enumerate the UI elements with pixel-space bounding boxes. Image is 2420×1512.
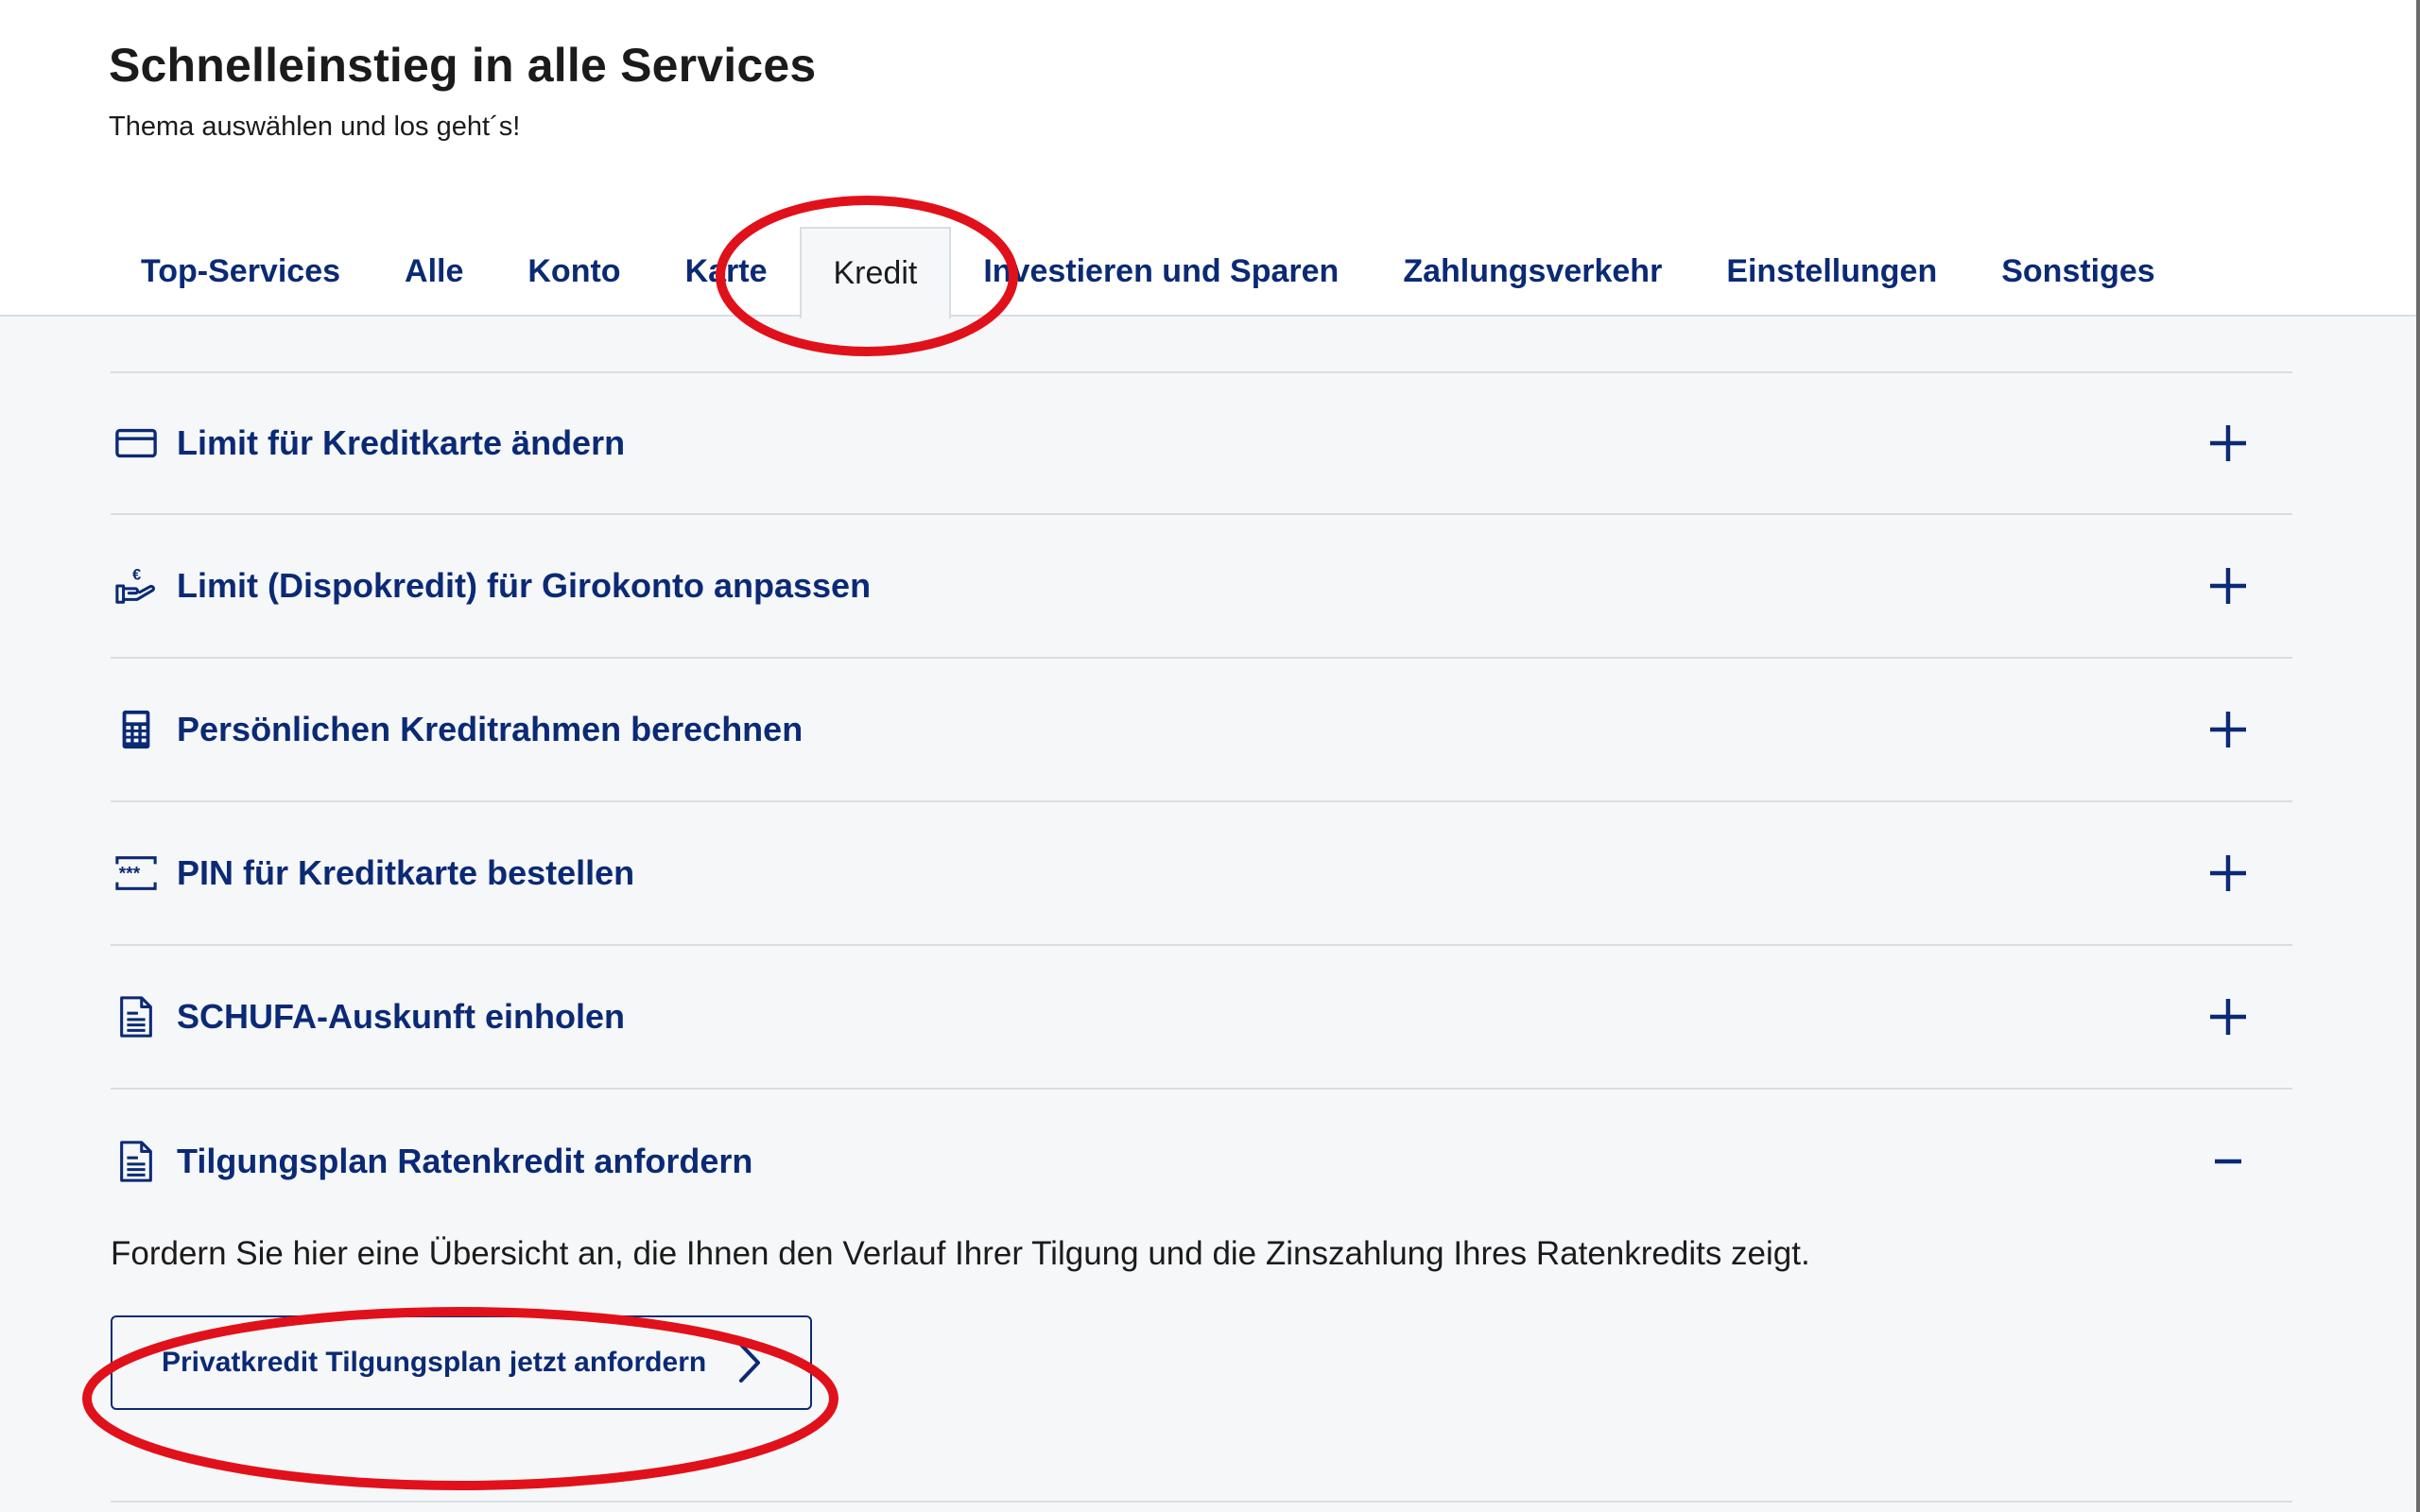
tab-investieren-und-sparen[interactable]: Investieren und Sparen xyxy=(951,227,1371,317)
service-item-label: Limit für Kreditkarte ändern xyxy=(177,423,626,462)
minus-icon[interactable] xyxy=(2202,1135,2255,1188)
header-area: Schnelleinstieg in alle Services Thema a… xyxy=(0,0,2420,318)
page-title: Schnelleinstieg in alle Services xyxy=(109,39,817,92)
tab-einstellungen[interactable]: Einstellungen xyxy=(1694,227,1969,317)
service-list: Limit für Kreditkarte ändern € Limit (Di… xyxy=(111,371,2292,1467)
service-item-pin[interactable]: *** PIN für Kreditkarte bestellen xyxy=(111,802,2292,946)
document-icon xyxy=(112,993,160,1040)
expanded-panel: Fordern Sie hier eine Übersicht an, die … xyxy=(111,1233,2292,1467)
service-item-label: SCHUFA-Auskunft einholen xyxy=(177,997,625,1036)
tab-kredit[interactable]: Kredit xyxy=(799,227,952,318)
document-icon xyxy=(112,1138,160,1185)
divider xyxy=(111,1501,2292,1503)
plus-icon[interactable] xyxy=(2202,417,2255,470)
svg-text:***: *** xyxy=(119,865,141,885)
request-tilgungsplan-button-label: Privatkredit Tilgungsplan jetzt anforder… xyxy=(162,1347,707,1378)
service-item-label: PIN für Kreditkarte bestellen xyxy=(177,853,635,892)
tab-bar: Top-Services Alle Konto Karte Kredit Inv… xyxy=(109,227,2187,318)
service-item-kreditkarte-limit[interactable]: Limit für Kreditkarte ändern xyxy=(111,371,2292,515)
plus-icon[interactable] xyxy=(2202,559,2255,612)
credit-card-icon xyxy=(112,420,160,467)
request-tilgungsplan-button[interactable]: Privatkredit Tilgungsplan jetzt anforder… xyxy=(111,1315,813,1410)
service-item-schufa[interactable]: SCHUFA-Auskunft einholen xyxy=(111,946,2292,1090)
tab-alle[interactable]: Alle xyxy=(372,227,495,317)
service-item-dispokredit[interactable]: € Limit (Dispokredit) für Girokonto anpa… xyxy=(111,515,2292,659)
service-item-tilgungsplan[interactable]: Tilgungsplan Ratenkredit anfordern xyxy=(111,1090,2292,1233)
plus-icon[interactable] xyxy=(2202,990,2255,1043)
service-item-label: Tilgungsplan Ratenkredit anfordern xyxy=(177,1142,753,1180)
service-item-kreditrahmen[interactable]: Persönlichen Kreditrahmen berechnen xyxy=(111,659,2292,802)
page-subtitle: Thema auswählen und los geht´s! xyxy=(109,112,521,142)
euro-hand-icon: € xyxy=(112,562,160,610)
tab-karte[interactable]: Karte xyxy=(653,227,800,317)
window-edge xyxy=(2416,0,2420,1512)
tab-top-services[interactable]: Top-Services xyxy=(109,227,372,317)
expanded-description: Fordern Sie hier eine Übersicht an, die … xyxy=(111,1235,1810,1272)
plus-icon[interactable] xyxy=(2202,703,2255,756)
chevron-right-icon xyxy=(739,1343,761,1383)
plus-icon[interactable] xyxy=(2202,847,2255,900)
service-item-label: Persönlichen Kreditrahmen berechnen xyxy=(177,710,804,748)
pin-icon: *** xyxy=(112,850,160,897)
service-item-label: Limit (Dispokredit) für Girokonto anpass… xyxy=(177,566,872,605)
svg-text:€: € xyxy=(132,566,141,583)
tab-konto[interactable]: Konto xyxy=(495,227,652,317)
tab-zahlungsverkehr[interactable]: Zahlungsverkehr xyxy=(1371,227,1694,317)
tab-sonstiges[interactable]: Sonstiges xyxy=(1969,227,2187,317)
calculator-icon xyxy=(112,706,160,753)
